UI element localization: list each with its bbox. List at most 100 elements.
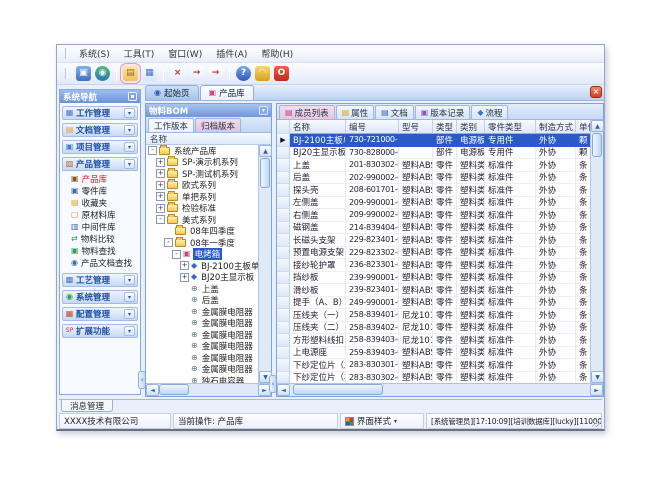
tab-version-history[interactable]: ▣版本记录	[415, 105, 471, 119]
panel-menu-icon[interactable]: ▾	[259, 106, 268, 115]
menu-item-1[interactable]: 系统(S)	[72, 45, 117, 62]
table-row[interactable]: 滑纱板239-823401-00E塑料ABS零件塑料类标准件外协条	[277, 284, 590, 297]
tree-expander-icon[interactable]: +	[180, 273, 189, 282]
close-tab-button[interactable]: ×	[590, 86, 602, 98]
column-header-5[interactable]: 类别	[457, 120, 485, 134]
table-vertical-scrollbar[interactable]: ▲ ▼	[590, 120, 603, 383]
tree-node[interactable]: -08年一季度	[146, 237, 258, 249]
column-header-7[interactable]: 制造方式	[536, 120, 576, 134]
tree-node[interactable]: ⊕后盖	[146, 295, 258, 307]
sidebar-group-config[interactable]: ▦配置管理▾	[62, 307, 138, 321]
tree-column-header[interactable]: 名称	[146, 133, 271, 145]
column-header-1[interactable]: 名称	[290, 120, 346, 134]
tree-node[interactable]: ⊕金属膜电阻器	[146, 318, 258, 330]
tree-expander-icon[interactable]: -	[148, 146, 157, 155]
tree-expander-icon[interactable]: +	[156, 169, 165, 178]
scroll-left-icon[interactable]: ◄	[146, 384, 159, 396]
table-row[interactable]: 左侧盖209-990001-01E塑料ABS零件塑料类标准件外协条	[277, 197, 590, 210]
tree-vertical-scrollbar[interactable]: ▲ ▼	[258, 145, 271, 383]
tree-hscroll-thumb[interactable]	[159, 384, 189, 395]
sidebar-item-product-lib[interactable]: ▣产品库	[62, 173, 138, 185]
tree-expander-icon[interactable]: -	[164, 238, 173, 247]
sidebar-group-document[interactable]: ▤文档管理▾	[62, 123, 138, 137]
tree-vscroll-thumb[interactable]	[260, 158, 270, 188]
tree-node[interactable]: -美式系列	[146, 214, 258, 226]
sidebar-item-raw-material-lib[interactable]: ▢原材料库	[62, 209, 138, 221]
sidebar-item-part-lib[interactable]: ▣零件库	[62, 185, 138, 197]
table-row[interactable]: 接纱轮护罩236-823301-00E塑料ABS零件塑料类标准件外协条	[277, 259, 590, 272]
table-row[interactable]: 方形塑料线扣258-839403-00E尼龙1010零件塑料类标准件外协条	[277, 334, 590, 347]
scroll-up-icon[interactable]: ▲	[591, 120, 604, 132]
column-header-8[interactable]: 单位	[576, 120, 590, 134]
tree-node[interactable]: ⊕独石电容器	[146, 375, 258, 383]
chevron-down-icon[interactable]: ▾	[124, 292, 135, 302]
table-row[interactable]: 挡纱板239-990001-01E塑料ABS零件塑料类标准件外协条	[277, 272, 590, 285]
window-icon[interactable]: ▣	[76, 66, 91, 81]
table-row[interactable]: BJ20主显示板730-828000-04E部件电源板专用件外协颗	[277, 147, 590, 160]
resize-grip[interactable]	[592, 419, 600, 427]
tree-expander-icon[interactable]: +	[180, 261, 189, 270]
menu-item-3[interactable]: 窗口(W)	[161, 45, 209, 62]
tab-start-page[interactable]: ◉起始页	[145, 85, 199, 100]
scroll-down-icon[interactable]: ▼	[591, 371, 604, 383]
help-icon[interactable]: ?	[236, 66, 251, 81]
tree-expander-icon[interactable]: +	[156, 158, 165, 167]
tree-node[interactable]: +SP-演示机系列	[146, 157, 258, 169]
folder-icon[interactable]: ▤	[123, 66, 138, 81]
table-row[interactable]: 磁钢盖214-839404-01E塑料ABS零件塑料类标准件外协条	[277, 222, 590, 235]
tree-node[interactable]: ⊕上盖	[146, 283, 258, 295]
table-row[interactable]: ▶BJ-2100主板单点730-721000-12E部件电源板专用件外协颗	[277, 134, 590, 147]
table-row[interactable]: 右侧盖209-990002-01E塑料ABS零件塑料类标准件外协条	[277, 209, 590, 222]
menu-item-5[interactable]: 帮助(H)	[254, 45, 300, 62]
tree-node[interactable]: 08年四季度	[146, 226, 258, 238]
ui-style-button[interactable]: 界面样式 ▾	[340, 413, 424, 429]
sidebar-item-favorites[interactable]: ▤收藏夹	[62, 197, 138, 209]
tree-node[interactable]: +欧式系列	[146, 180, 258, 192]
sidebar-group-system[interactable]: ◉系统管理▾	[62, 290, 138, 304]
tab-member-list[interactable]: ▤成员列表	[279, 105, 335, 119]
menubar-grip[interactable]	[65, 48, 68, 59]
table-row[interactable]: 下纱定位片（左）283-830301-00E塑料ABS零件塑料类标准件外协条	[277, 359, 590, 372]
message-manager-tab[interactable]: 消息管理	[61, 400, 113, 412]
table-row[interactable]: 后盖202-990002-01E塑料ABS零件塑料类标准件外协条	[277, 172, 590, 185]
tree-node[interactable]: -▣电烤箱	[146, 249, 258, 261]
pin-icon[interactable]: ▪	[128, 92, 137, 101]
tree-node[interactable]: +◆BJ20主显示板	[146, 272, 258, 284]
table-row[interactable]: 长磁头支架229-823401-00E塑料ABS零件塑料类标准件外协条	[277, 234, 590, 247]
tab-workflow[interactable]: ◆流程	[471, 105, 508, 119]
globe-icon[interactable]: ◉	[95, 66, 110, 81]
sidebar-group-product[interactable]: ▧产品管理▾	[62, 157, 138, 171]
table-row[interactable]: 提手（A、B）249-990001-01E塑料ABS零件塑料类标准件外协条	[277, 297, 590, 310]
tree-node[interactable]: ⊕金属膜电阻器	[146, 329, 258, 341]
chevron-down-icon[interactable]: ▾	[124, 125, 135, 135]
scroll-left-icon[interactable]: ◄	[277, 384, 290, 396]
tree-expander-icon[interactable]: +	[156, 181, 165, 190]
table-row[interactable]: 下纱定位片（右）283-830302-00E塑料ABS零件塑料类标准件外协条	[277, 372, 590, 384]
sidebar-group-work[interactable]: ▦工作管理▾	[62, 106, 138, 120]
chevron-down-icon[interactable]: ▾	[124, 142, 135, 152]
tree-node[interactable]: ⊕金属膜电阻器	[146, 364, 258, 376]
tree-node[interactable]: ⊕金属膜电阻器	[146, 341, 258, 353]
column-header-2[interactable]: 编号	[346, 120, 399, 134]
column-header-3[interactable]: 型号	[399, 120, 433, 134]
menu-item-2[interactable]: 工具(T)	[117, 45, 162, 62]
tree-expander-icon[interactable]: -	[172, 250, 181, 259]
chevron-down-icon[interactable]: ▾	[124, 326, 135, 336]
grid-icon[interactable]: ▦	[142, 66, 157, 81]
tree-node[interactable]: ⊕金属膜电阻器	[146, 352, 258, 364]
sidebar-item-intermediate-lib[interactable]: ▥中间件库	[62, 221, 138, 233]
chevron-down-icon[interactable]: ▾	[124, 159, 135, 169]
tree-expander-icon[interactable]: -	[156, 215, 165, 224]
table-vscroll-thumb[interactable]	[592, 133, 602, 157]
tab-product-lib[interactable]: ▣产品库	[200, 85, 254, 100]
chevron-down-icon[interactable]: ▾	[124, 275, 135, 285]
tree-node[interactable]: ⊕金属膜电阻器	[146, 306, 258, 318]
tab-documents[interactable]: ▤文档	[375, 105, 414, 119]
column-header-4[interactable]: 类型	[433, 120, 457, 134]
sidebar-group-project[interactable]: ▣项目管理▾	[62, 140, 138, 154]
menu-item-4[interactable]: 插件(A)	[209, 45, 254, 62]
table-row[interactable]: 上电源座259-839403-00E塑料ABS零件塑料类标准件外协条	[277, 347, 590, 360]
tree-node[interactable]: +检验标准	[146, 203, 258, 215]
sidebar-item-material-search[interactable]: ▣物料查找	[62, 245, 138, 257]
sidebar-item-product-doc-search[interactable]: ◉产品文档查找	[62, 257, 138, 269]
